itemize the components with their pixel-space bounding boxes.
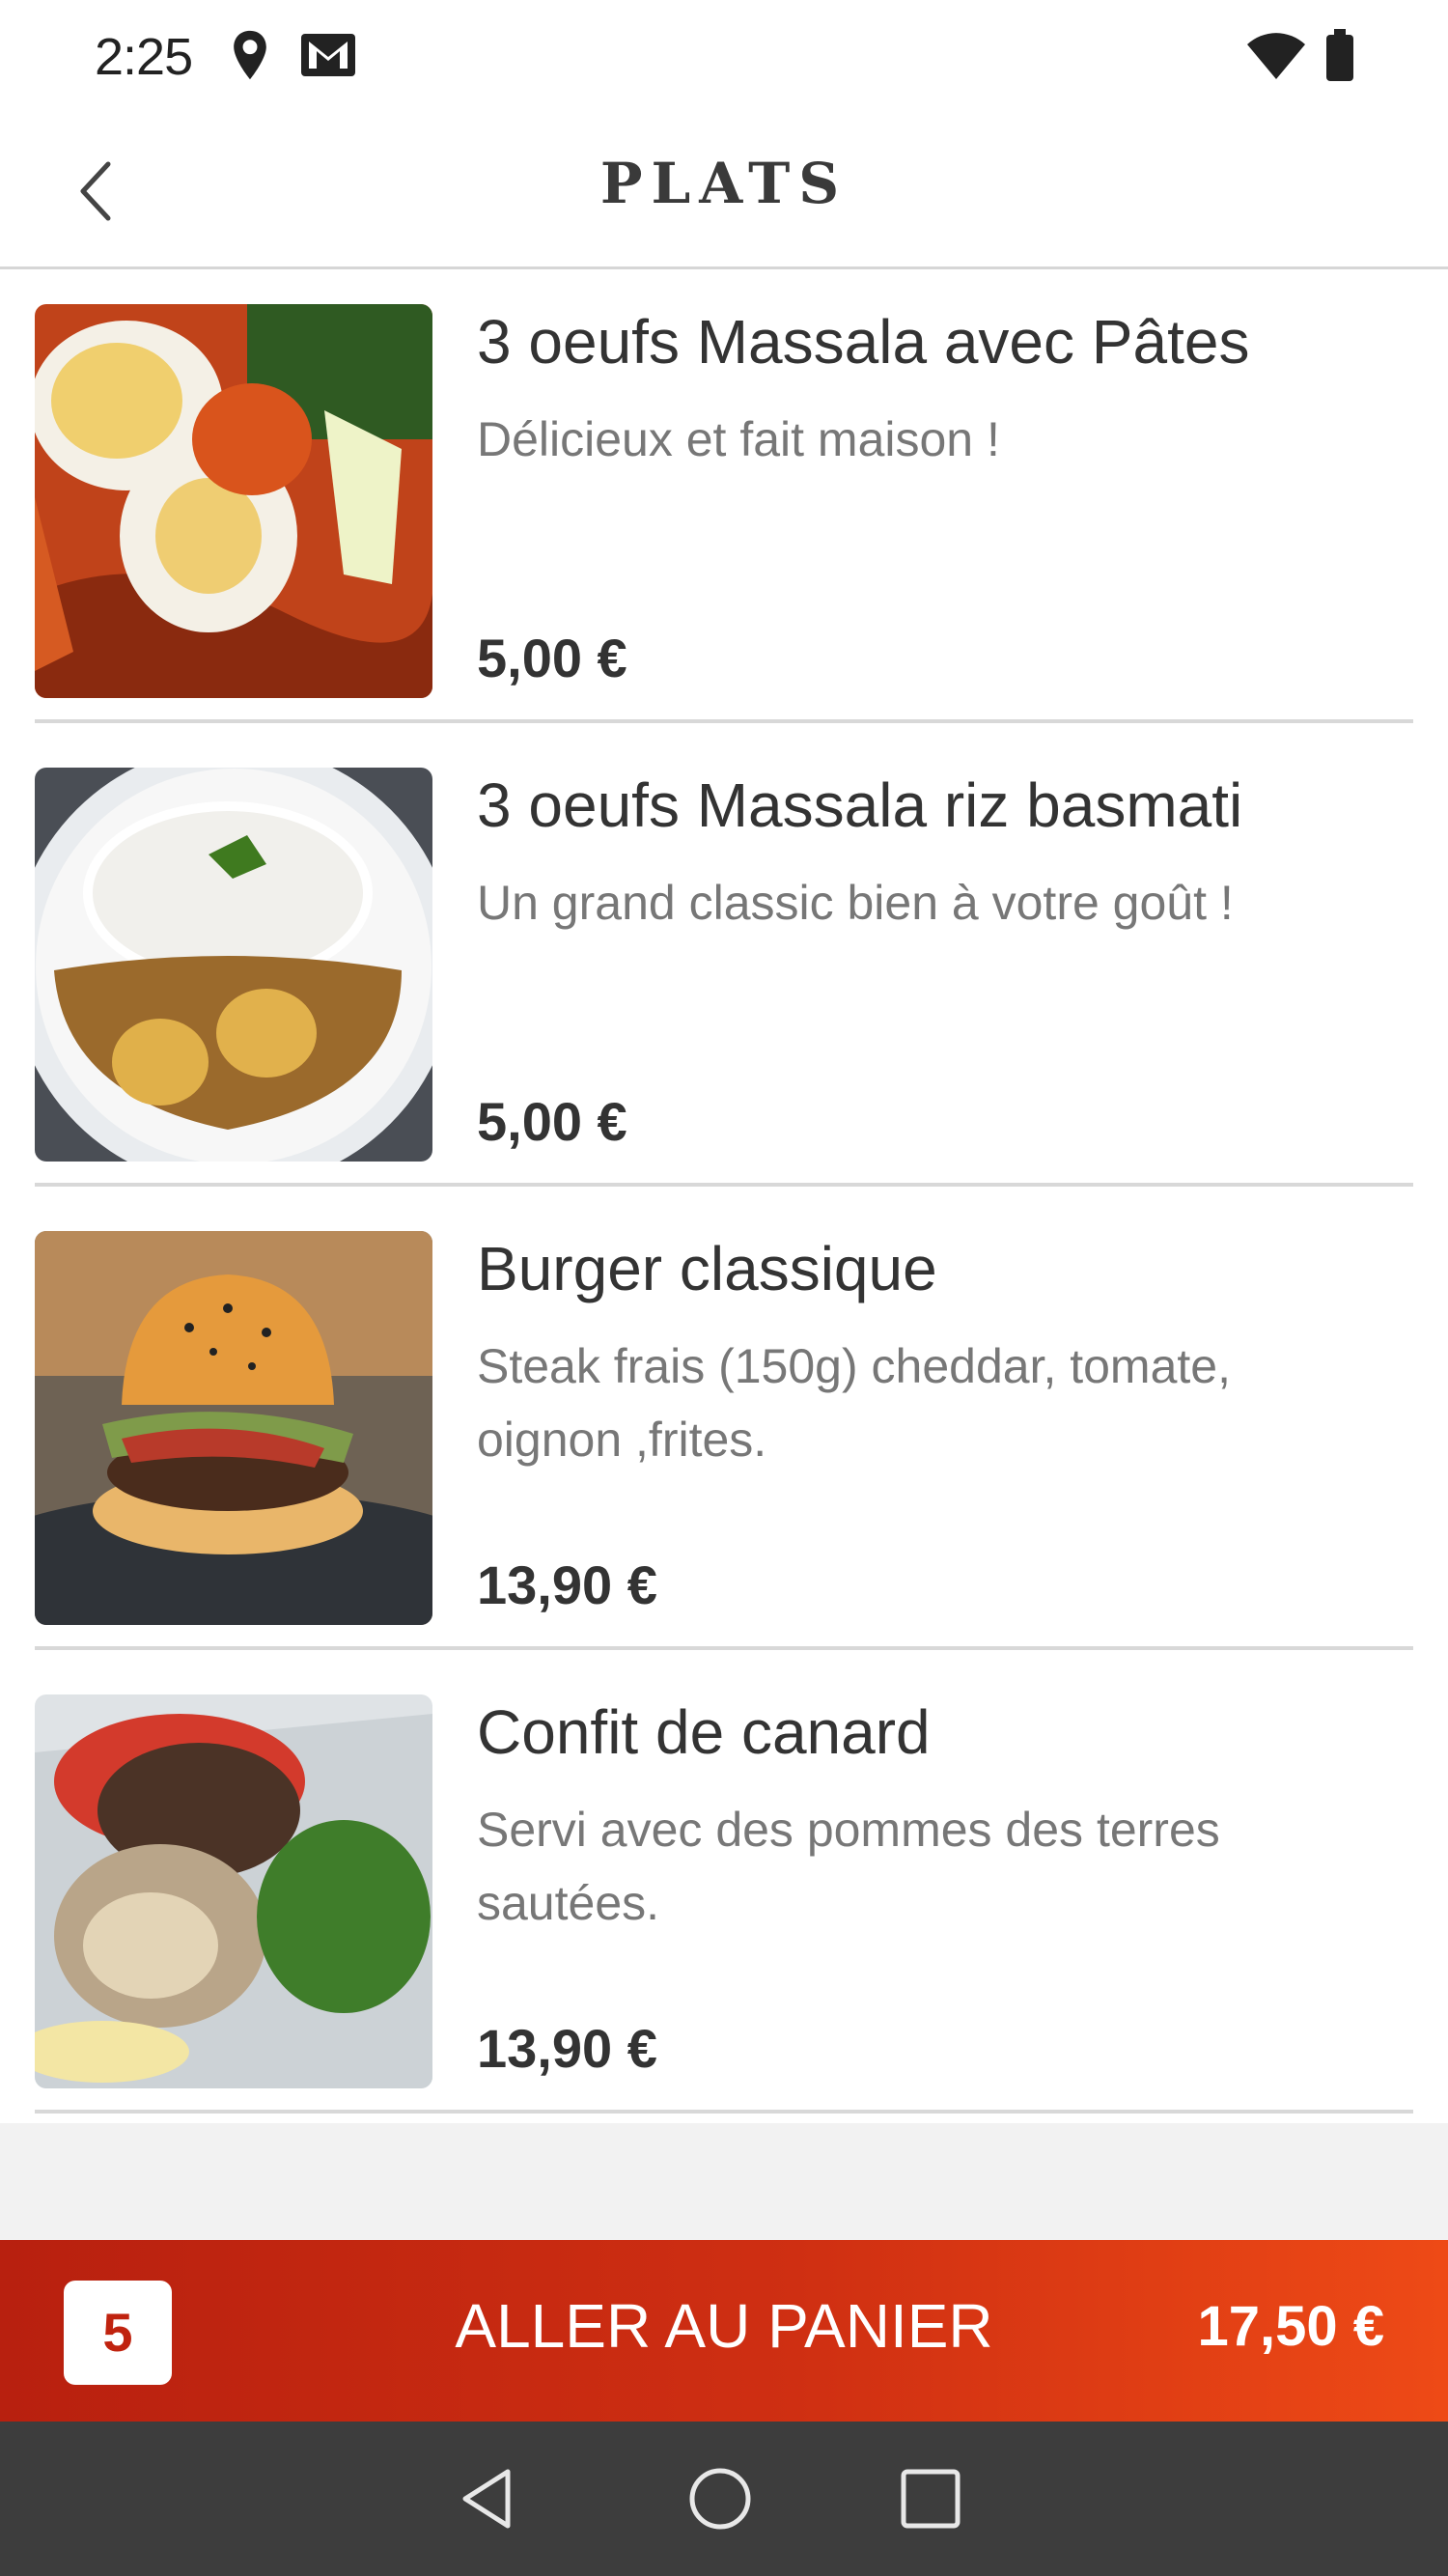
divider — [35, 719, 1413, 723]
dish-price: 5,00 € — [477, 628, 627, 688]
gmail-icon — [299, 29, 357, 86]
dish-price: 13,90 € — [477, 1554, 657, 1615]
dish-description: Steak frais (150g) cheddar, tomate, oign… — [477, 1339, 1231, 1467]
status-bar: 2:25 — [0, 0, 1448, 116]
home-circle-icon — [689, 2468, 751, 2530]
dish-name: 3 oeufs Massala avec Pâtes — [477, 307, 1250, 377]
dish-list: 3 oeufs Massala avec Pâtes Délicieux et … — [0, 269, 1448, 2123]
nav-recents-button[interactable] — [892, 2460, 969, 2537]
dish-price: 5,00 € — [477, 1091, 627, 1152]
dish-description: Servi avec des pommes des terres sautées… — [477, 1803, 1220, 1930]
dish-description: Un grand classic bien à votre goût ! — [477, 876, 1234, 930]
nav-home-button[interactable] — [682, 2460, 759, 2537]
dish-image — [35, 1694, 432, 2088]
go-to-cart-button[interactable]: 5 ALLER AU PANIER 17,50 € — [0, 2240, 1448, 2422]
wifi-icon — [1245, 33, 1307, 86]
divider — [35, 1183, 1413, 1187]
dish-image — [35, 768, 432, 1162]
dish-item[interactable]: 3 oeufs Massala riz basmati Un grand cla… — [0, 733, 1448, 1196]
dish-item[interactable]: 3 oeufs Massala avec Pâtes Délicieux et … — [0, 269, 1448, 733]
page-title: PLATS — [599, 151, 849, 216]
divider — [35, 2110, 1413, 2114]
recents-square-icon — [901, 2469, 961, 2529]
dish-name: 3 oeufs Massala riz basmati — [477, 770, 1243, 840]
dish-price: 13,90 € — [477, 2018, 657, 2079]
location-pin-icon — [228, 29, 272, 88]
divider — [35, 1646, 1413, 1650]
back-triangle-icon — [462, 2469, 511, 2529]
cart-total: 17,50 € — [1197, 2295, 1384, 2358]
dish-image — [35, 304, 432, 698]
dish-description: Délicieux et fait maison ! — [477, 412, 1000, 466]
dish-item[interactable]: Burger classique Steak frais (150g) ched… — [0, 1196, 1448, 1660]
app-bar: PLATS — [0, 116, 1448, 269]
dish-name: Burger classique — [477, 1234, 937, 1303]
status-time: 2:25 — [95, 28, 193, 86]
dish-name: Confit de canard — [477, 1697, 931, 1767]
battery-icon — [1324, 29, 1355, 88]
dish-image — [35, 1231, 432, 1625]
system-nav-bar — [0, 2422, 1448, 2576]
nav-back-button[interactable] — [452, 2460, 529, 2537]
dish-item[interactable]: Confit de canard Servi avec des pommes d… — [0, 1660, 1448, 2123]
